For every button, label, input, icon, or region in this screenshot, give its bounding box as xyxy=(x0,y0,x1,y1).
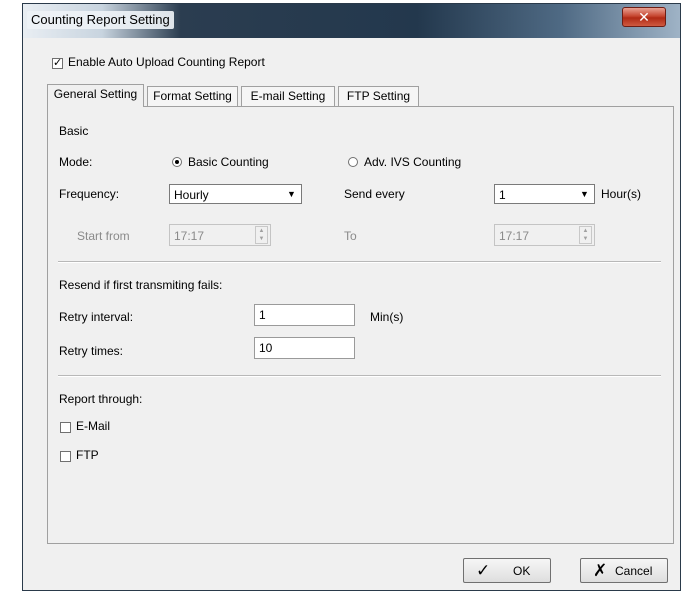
send-every-select[interactable]: 1 ▼ xyxy=(494,184,595,204)
general-setting-panel: Basic Mode: Basic Counting Adv. IVS Coun… xyxy=(47,106,674,544)
counting-report-setting-dialog: Counting Report Setting ✕ ✓ Enable Auto … xyxy=(22,3,681,591)
tab-email-setting[interactable]: E-mail Setting xyxy=(241,86,335,106)
adv-ivs-counting-label: Adv. IVS Counting xyxy=(364,155,462,169)
enable-auto-upload-checkbox[interactable]: ✓ xyxy=(52,58,63,69)
chevron-down-icon: ▼ xyxy=(287,189,296,199)
separator xyxy=(58,375,661,377)
separator xyxy=(58,261,661,263)
report-through-section-label: Report through: xyxy=(59,392,143,406)
basic-counting-label: Basic Counting xyxy=(188,155,269,169)
tab-general-setting[interactable]: General Setting xyxy=(47,84,144,107)
adv-ivs-counting-radio[interactable] xyxy=(348,157,358,167)
to-label: To xyxy=(344,229,357,243)
ok-button[interactable]: ✓ OK xyxy=(463,558,551,583)
ftp-checkbox-label: FTP xyxy=(76,448,99,462)
start-from-time-input[interactable]: 17:17 ▲ ▼ xyxy=(169,224,271,246)
email-checkbox[interactable] xyxy=(60,422,71,433)
frequency-select[interactable]: Hourly ▼ xyxy=(169,184,302,204)
basic-counting-radio[interactable] xyxy=(172,157,182,167)
window-title: Counting Report Setting xyxy=(27,11,174,29)
start-from-value: 17:17 xyxy=(174,229,205,243)
frequency-label: Frequency: xyxy=(59,187,120,201)
hours-unit-label: Hour(s) xyxy=(601,187,642,201)
retry-interval-value: 1 xyxy=(259,308,266,322)
retry-times-value: 10 xyxy=(259,341,273,355)
tab-ftp-setting[interactable]: FTP Setting xyxy=(338,86,419,106)
title-bar[interactable]: Counting Report Setting ✕ xyxy=(23,4,680,38)
retry-times-input[interactable]: 10 xyxy=(254,337,355,359)
email-checkbox-label: E-Mail xyxy=(76,419,111,433)
tab-format-setting[interactable]: Format Setting xyxy=(147,86,238,106)
mode-label: Mode: xyxy=(59,155,93,169)
cancel-button-label: Cancel xyxy=(615,564,653,578)
cancel-x-icon: ✗ xyxy=(593,561,608,580)
retry-interval-input[interactable]: 1 xyxy=(254,304,355,326)
chevron-down-icon: ▼ xyxy=(580,189,589,199)
resend-section-label: Resend if first transmiting fails: xyxy=(59,278,223,292)
start-from-spin-buttons[interactable]: ▲ ▼ xyxy=(255,226,268,244)
to-spin-buttons[interactable]: ▲ ▼ xyxy=(579,226,592,244)
send-every-label: Send every xyxy=(344,187,405,201)
frequency-value: Hourly xyxy=(174,188,209,202)
to-time-input[interactable]: 17:17 ▲ ▼ xyxy=(494,224,595,246)
close-button[interactable]: ✕ xyxy=(622,7,666,27)
enable-auto-upload-label: Enable Auto Upload Counting Report xyxy=(68,55,265,69)
to-value: 17:17 xyxy=(499,229,530,243)
retry-times-label: Retry times: xyxy=(59,344,124,358)
start-from-label: Start from xyxy=(77,229,130,243)
retry-interval-label: Retry interval: xyxy=(59,310,134,324)
send-every-value: 1 xyxy=(499,188,506,202)
close-icon: ✕ xyxy=(638,9,650,25)
basic-section-label: Basic xyxy=(59,124,89,138)
cancel-button[interactable]: ✗ Cancel xyxy=(580,558,668,583)
ftp-checkbox[interactable] xyxy=(60,451,71,462)
ok-button-label: OK xyxy=(513,564,531,578)
retry-interval-unit: Min(s) xyxy=(370,310,404,324)
check-icon: ✓ xyxy=(476,561,491,580)
